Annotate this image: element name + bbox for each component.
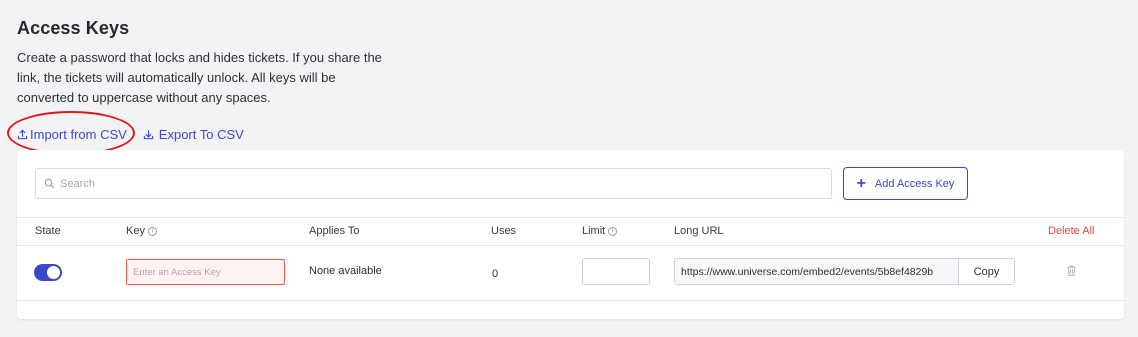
limit-input[interactable] xyxy=(582,258,650,285)
column-header-applies-to: Applies To xyxy=(309,225,360,237)
export-csv-label: Export To CSV xyxy=(158,126,244,142)
toggle-knob xyxy=(47,266,60,279)
page-title: Access Keys xyxy=(17,18,130,38)
column-header-limit: Limit i xyxy=(582,225,618,237)
trash-icon[interactable] xyxy=(1067,265,1076,276)
plus-icon: + xyxy=(856,174,866,192)
divider xyxy=(17,245,1124,246)
column-header-limit-label: Limit xyxy=(582,225,606,237)
state-toggle[interactable] xyxy=(34,264,62,281)
import-csv-link[interactable]: Import from CSV xyxy=(17,127,127,142)
info-icon[interactable]: i xyxy=(608,226,618,236)
csv-actions: Import from CSV Export To CSV xyxy=(17,125,244,143)
divider xyxy=(17,217,1124,218)
page-description: Create a password that locks and hides t… xyxy=(17,50,382,105)
column-header-state: State xyxy=(35,225,61,237)
column-header-key-label: Key xyxy=(126,225,145,237)
copy-url-button[interactable]: Copy xyxy=(958,259,1014,284)
access-key-input[interactable] xyxy=(126,259,285,285)
column-header-long-url: Long URL xyxy=(674,225,724,237)
search-input[interactable] xyxy=(60,177,800,190)
upload-icon xyxy=(17,129,28,139)
applies-to-value: None available xyxy=(309,265,382,277)
import-csv-label: Import from CSV xyxy=(30,126,127,142)
uses-value: 0 xyxy=(492,268,499,280)
add-access-key-label: Add Access Key xyxy=(874,177,955,190)
search-box[interactable] xyxy=(35,168,832,199)
divider xyxy=(17,300,1124,301)
access-keys-panel: + Add Access Key State Key i Applies To … xyxy=(17,150,1124,319)
delete-all-button[interactable]: Delete All xyxy=(1048,225,1094,237)
download-icon xyxy=(143,129,153,139)
long-url-field: https://www.universe.com/embed2/events/5… xyxy=(674,258,1015,285)
export-csv-link[interactable]: Export To CSV xyxy=(143,127,244,142)
search-icon xyxy=(44,178,55,189)
add-access-key-button[interactable]: + Add Access Key xyxy=(843,167,968,200)
column-header-uses: Uses xyxy=(491,225,517,237)
info-icon[interactable]: i xyxy=(147,226,157,236)
long-url-value[interactable]: https://www.universe.com/embed2/events/5… xyxy=(675,259,958,284)
column-header-key: Key i xyxy=(126,225,157,237)
